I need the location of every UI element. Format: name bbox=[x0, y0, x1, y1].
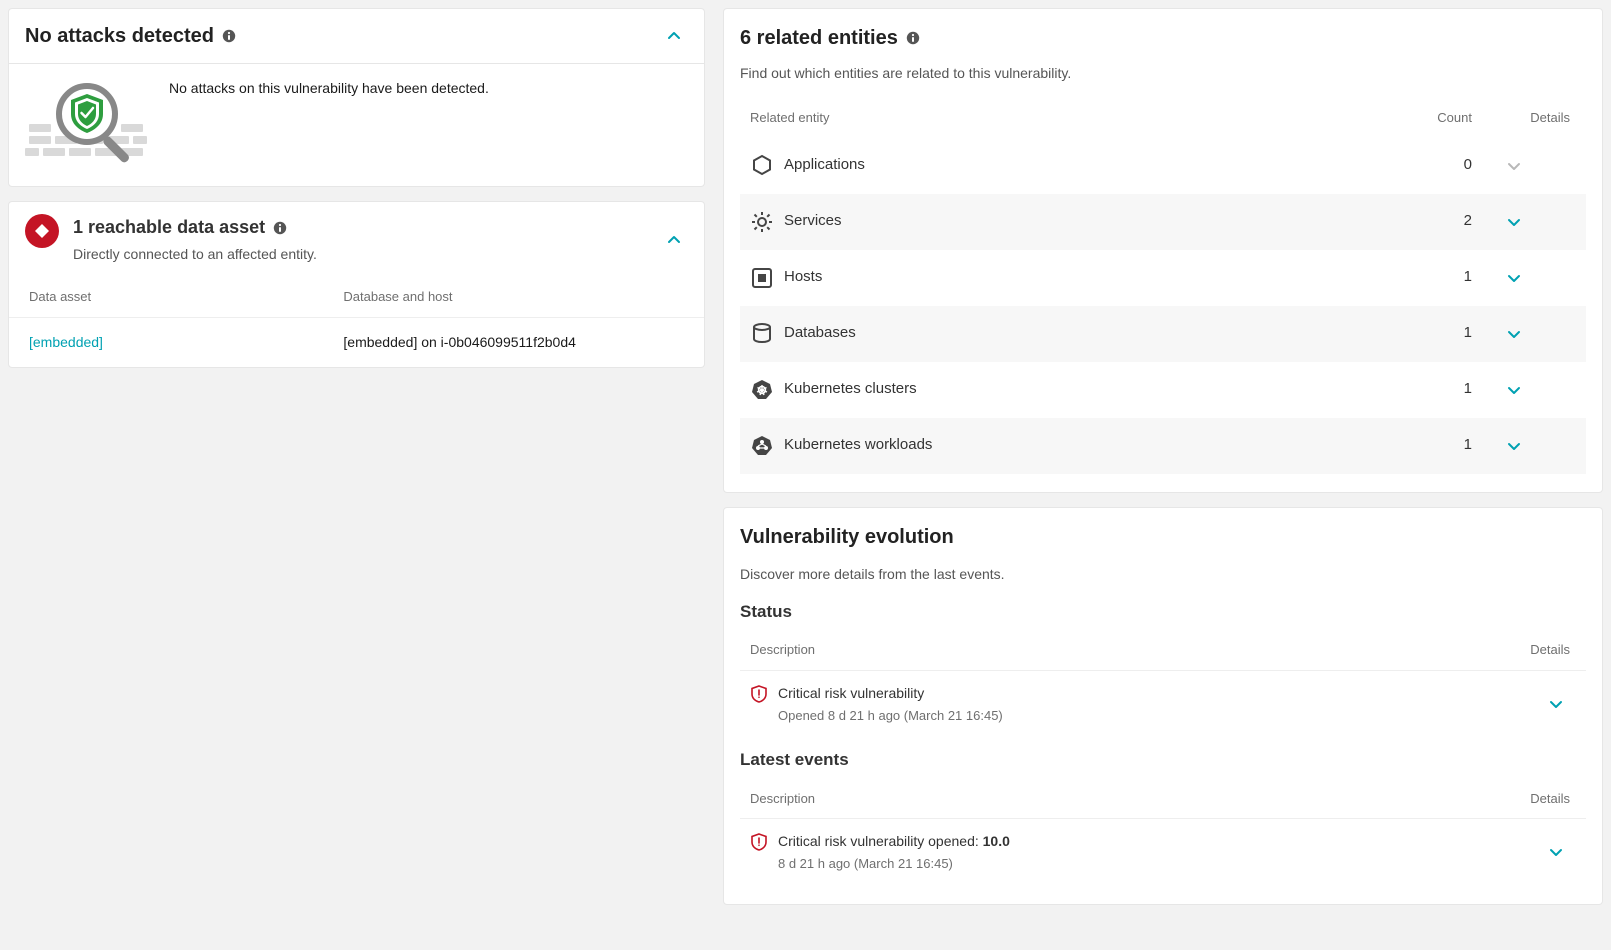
reachable-table-row: [embedded] [embedded] on i-0b046099511f2… bbox=[9, 318, 704, 367]
latest-event-row[interactable]: Critical risk vulnerability opened: 10.0… bbox=[740, 819, 1586, 886]
data-asset-link[interactable]: [embedded] bbox=[29, 334, 103, 350]
expand-button[interactable] bbox=[1500, 152, 1528, 180]
related-desc: Find out which entities are related to t… bbox=[740, 63, 1586, 84]
latest-events-table-header: Description Details bbox=[740, 779, 1586, 820]
entity-row-applications[interactable]: Applications 0 bbox=[740, 138, 1586, 194]
col-header-details: Details bbox=[1530, 789, 1570, 809]
reachable-table-header: Data asset Database and host bbox=[9, 277, 704, 318]
database-icon bbox=[750, 322, 774, 346]
entity-count: 1 bbox=[1410, 322, 1500, 345]
col-header-entity: Related entity bbox=[750, 108, 1410, 128]
col-header-details: Details bbox=[1530, 640, 1570, 660]
entity-row-services[interactable]: Services 2 bbox=[740, 194, 1586, 250]
no-attacks-body-text: No attacks on this vulnerability have be… bbox=[169, 80, 489, 96]
entity-count: 2 bbox=[1410, 210, 1500, 233]
gear-icon bbox=[750, 210, 774, 234]
col-header-description: Description bbox=[750, 789, 815, 809]
evolution-desc: Discover more details from the last even… bbox=[740, 564, 1586, 585]
entity-count: 0 bbox=[1410, 154, 1500, 177]
entities-table-header: Related entity Count Details bbox=[740, 98, 1586, 138]
entity-count: 1 bbox=[1410, 378, 1500, 401]
expand-button[interactable] bbox=[1500, 264, 1528, 292]
entity-label: Applications bbox=[784, 154, 1410, 177]
entity-row-databases[interactable]: Databases 1 bbox=[740, 306, 1586, 362]
shield-icon bbox=[750, 685, 768, 703]
no-attacks-title: No attacks detected bbox=[25, 21, 214, 51]
entity-label: Services bbox=[784, 210, 1410, 233]
entity-label: Hosts bbox=[784, 266, 1410, 289]
entity-row-k8s-workloads[interactable]: Kubernetes workloads 1 bbox=[740, 418, 1586, 474]
latest-event-title: Critical risk vulnerability opened: 10.0 bbox=[778, 831, 1010, 852]
latest-event-sub: 8 d 21 h ago (March 21 16:45) bbox=[778, 854, 1010, 874]
expand-button[interactable] bbox=[1500, 208, 1528, 236]
expand-button[interactable] bbox=[1500, 432, 1528, 460]
kubernetes-icon bbox=[750, 378, 774, 402]
vulnerability-evolution-card: Vulnerability evolution Discover more de… bbox=[723, 507, 1603, 905]
entity-count: 1 bbox=[1410, 434, 1500, 457]
status-section-title: Status bbox=[740, 599, 1586, 625]
expand-button[interactable] bbox=[1542, 838, 1570, 866]
col-header-db-host: Database and host bbox=[343, 287, 684, 307]
reachable-title: 1 reachable data asset bbox=[73, 214, 265, 241]
latest-events-section-title: Latest events bbox=[740, 747, 1586, 773]
expand-button[interactable] bbox=[1500, 320, 1528, 348]
evolution-title: Vulnerability evolution bbox=[740, 522, 1586, 552]
related-entities-card: 6 related entities Find out which entiti… bbox=[723, 8, 1603, 493]
col-header-data-asset: Data asset bbox=[29, 287, 343, 307]
no-attacks-card: No attacks detected bbox=[8, 8, 705, 187]
status-item-sub: Opened 8 d 21 h ago (March 21 16:45) bbox=[778, 706, 1003, 726]
collapse-button[interactable] bbox=[660, 226, 688, 254]
entity-label: Databases bbox=[784, 322, 1410, 345]
no-attacks-header: No attacks detected bbox=[9, 9, 704, 64]
status-item-title: Critical risk vulnerability bbox=[778, 683, 1003, 704]
status-table-header: Description Details bbox=[740, 630, 1586, 671]
info-icon[interactable] bbox=[273, 221, 287, 235]
entity-count: 1 bbox=[1410, 266, 1500, 289]
entity-label: Kubernetes workloads bbox=[784, 434, 1410, 457]
expand-button[interactable] bbox=[1542, 690, 1570, 718]
info-icon[interactable] bbox=[222, 29, 236, 43]
db-host-value: [embedded] on i-0b046099511f2b0d4 bbox=[343, 332, 684, 353]
entity-row-hosts[interactable]: Hosts 1 bbox=[740, 250, 1586, 306]
col-header-description: Description bbox=[750, 640, 815, 660]
status-row[interactable]: Critical risk vulnerability Opened 8 d 2… bbox=[740, 671, 1586, 738]
kubernetes-workload-icon bbox=[750, 434, 774, 458]
entity-row-k8s-clusters[interactable]: Kubernetes clusters 1 bbox=[740, 362, 1586, 418]
col-header-details: Details bbox=[1500, 108, 1570, 128]
critical-badge-icon bbox=[25, 214, 59, 248]
reachable-subtitle: Directly connected to an affected entity… bbox=[73, 244, 317, 265]
info-icon[interactable] bbox=[906, 31, 920, 45]
entity-label: Kubernetes clusters bbox=[784, 378, 1410, 401]
expand-button[interactable] bbox=[1500, 376, 1528, 404]
reachable-card: 1 reachable data asset Directly connecte… bbox=[8, 201, 705, 368]
shield-icon bbox=[750, 833, 768, 851]
col-header-count: Count bbox=[1410, 108, 1500, 128]
collapse-button[interactable] bbox=[660, 22, 688, 50]
no-attacks-illustration bbox=[25, 72, 155, 170]
hexagon-icon bbox=[750, 154, 774, 178]
reachable-header: 1 reachable data asset Directly connecte… bbox=[9, 202, 704, 277]
host-icon bbox=[750, 266, 774, 290]
related-title: 6 related entities bbox=[740, 23, 898, 53]
